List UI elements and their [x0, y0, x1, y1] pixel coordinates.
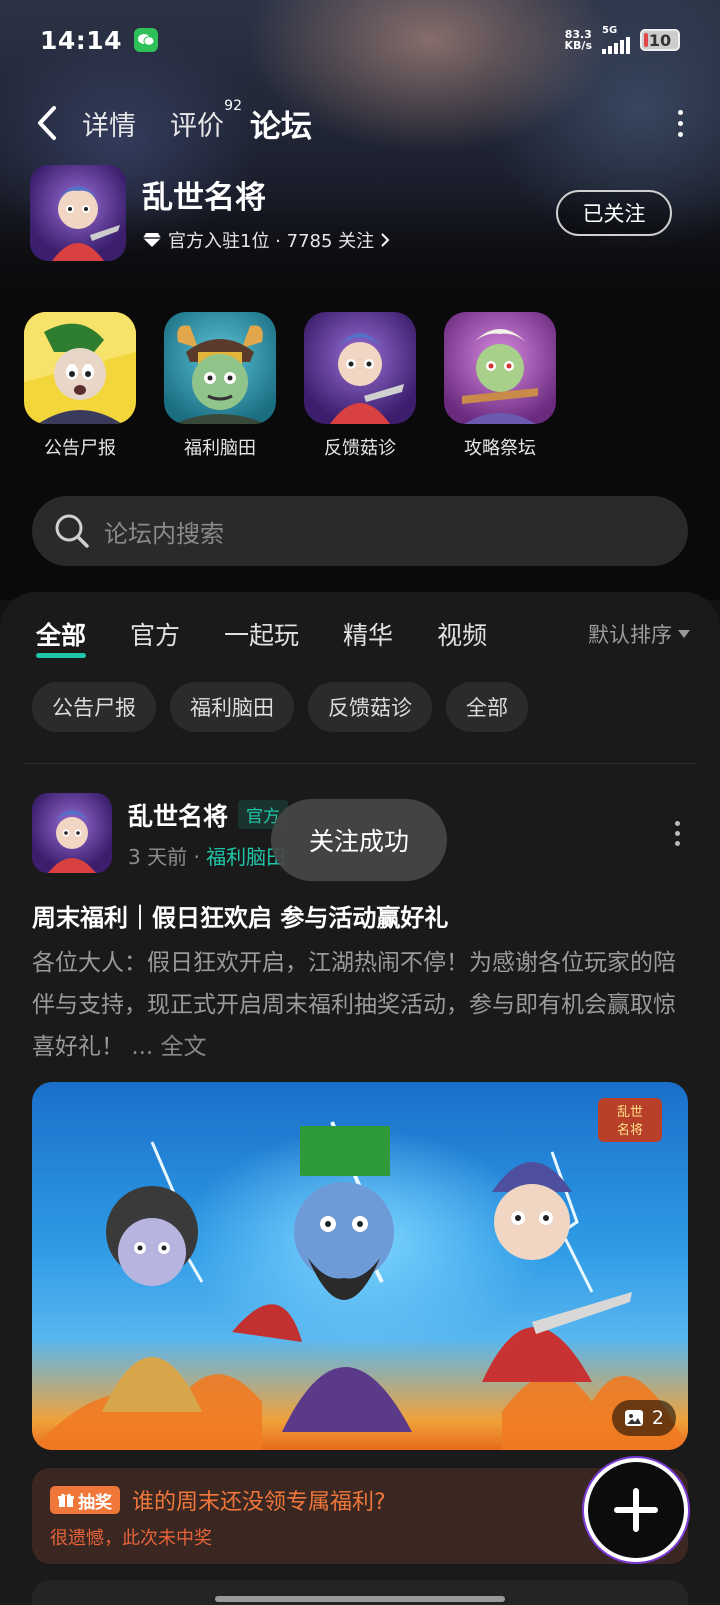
lottery-tag: 抽奖: [50, 1486, 120, 1514]
post-author-name[interactable]: 乱世名将: [128, 797, 228, 833]
top-nav: 详情 评价 92 论坛: [30, 98, 690, 146]
home-indicator[interactable]: [215, 1596, 505, 1602]
chip-welfare[interactable]: 福利脑田: [170, 682, 294, 732]
status-bar: 14:14 83.3 KB/s 5G 10: [40, 22, 680, 58]
chip-all[interactable]: 全部: [446, 682, 528, 732]
app-info-row: 乱世名将 官方入驻1位 · 7785 关注 已关注: [30, 164, 672, 261]
battery-icon: 10: [640, 29, 680, 51]
content-panel: 全部 官方 一起玩 精华 视频 默认排序 公告尸报 福利脑田 反馈菇诊 全部 乱…: [0, 592, 720, 1605]
app-name: 乱世名将: [142, 180, 266, 216]
forum-label: 反馈菇诊: [324, 438, 396, 459]
content-tab-official[interactable]: 官方: [130, 616, 180, 652]
forum-item-welfare[interactable]: 福利脑田: [164, 312, 276, 460]
forum-label: 公告尸报: [44, 438, 116, 459]
avatar[interactable]: [32, 793, 112, 873]
search-icon: [55, 514, 89, 548]
read-more-link[interactable]: ... 全文: [131, 1034, 206, 1060]
content-tab-play-together[interactable]: 一起玩: [224, 616, 299, 652]
image-icon: [624, 1410, 643, 1426]
game-logo: 乱世 名将: [598, 1098, 662, 1142]
app-icon[interactable]: [30, 164, 126, 261]
review-count-badge: 92: [224, 97, 242, 114]
filter-chips: 公告尸报 福利脑田 反馈菇诊 全部: [32, 682, 528, 732]
image-count-badge: 2: [611, 1400, 676, 1436]
search-placeholder: 论坛内搜索: [104, 519, 224, 548]
app-info: 乱世名将 官方入驻1位 · 7785 关注: [142, 172, 390, 253]
follow-button[interactable]: 已关注: [556, 189, 672, 236]
svg-text:乱世: 乱世: [617, 1105, 643, 1120]
lottery-header: 抽奖 谁的周末还没领专属福利?: [50, 1484, 386, 1516]
chevron-right-icon: [381, 233, 390, 247]
forum-item-announcements[interactable]: 公告尸报: [24, 312, 136, 460]
content-tab-featured[interactable]: 精华: [343, 616, 393, 652]
app-meta-text: 官方入驻1位 · 7785 关注: [168, 231, 375, 252]
content-tab-video[interactable]: 视频: [437, 616, 487, 652]
chevron-left-icon: [38, 106, 56, 140]
post-more-icon[interactable]: [675, 820, 680, 846]
divider: [24, 763, 696, 764]
more-options-icon[interactable]: [670, 109, 690, 137]
gift-icon: [58, 1493, 74, 1507]
net-speed: 83.3 KB/s: [565, 29, 592, 51]
cellular: 5G: [602, 26, 630, 54]
lottery-result: 很遗憾，此次未中奖: [50, 1528, 212, 1549]
author-line: 乱世名将 官方: [128, 797, 289, 833]
feedback-forum-icon: [304, 312, 416, 424]
tab-reviews[interactable]: 评价 92: [170, 98, 242, 143]
post-body[interactable]: 各位大人：假日狂欢开启，江湖热闹不停！为感谢各位玩家的陪伴与支持，现正式开启周末…: [32, 942, 680, 1068]
lottery-tag-label: 抽奖: [78, 1492, 112, 1513]
welfare-forum-icon: [164, 312, 276, 424]
forum-label: 攻略祭坛: [464, 438, 536, 459]
net-speed-unit: KB/s: [564, 39, 592, 52]
app-meta[interactable]: 官方入驻1位 · 7785 关注: [142, 227, 390, 253]
announcement-forum-icon: [24, 312, 136, 424]
caret-down-icon: [678, 630, 690, 638]
plus-icon: [614, 1488, 658, 1532]
post-body-text: 各位大人：假日狂欢开启，江湖热闹不停！为感谢各位玩家的陪伴与支持，现正式开启周末…: [32, 950, 676, 1060]
forum-label: 福利脑田: [184, 438, 256, 459]
chip-feedback[interactable]: 反馈菇诊: [308, 682, 432, 732]
diamond-icon: [143, 233, 161, 247]
tab-reviews-label: 评价: [170, 110, 224, 142]
content-tab-all[interactable]: 全部: [36, 616, 87, 658]
tab-details[interactable]: 详情: [82, 104, 136, 143]
forum-search-bar[interactable]: 论坛内搜索: [32, 496, 688, 566]
battery-level: 10: [648, 30, 672, 50]
post-meta: 3 天前 · 福利脑田: [128, 844, 287, 869]
back-button[interactable]: [30, 103, 64, 143]
svg-text:名将: 名将: [617, 1122, 643, 1138]
post-author-info: 乱世名将 官方 3 天前 · 福利脑田: [128, 797, 289, 870]
status-indicators: 83.3 KB/s 5G 10: [565, 26, 680, 54]
post-illustration: 乱世 名将: [32, 1098, 688, 1450]
forum-item-feedback[interactable]: 反馈菇诊: [304, 312, 416, 460]
image-count: 2: [651, 1407, 664, 1429]
status-time: 14:14: [40, 25, 123, 55]
guide-forum-icon: [444, 312, 556, 424]
network-type: 5G: [602, 25, 618, 36]
toast-message: 关注成功: [271, 799, 447, 881]
post-image[interactable]: 乱世 名将 2: [32, 1082, 688, 1450]
wechat-icon: [134, 28, 159, 52]
create-post-button[interactable]: [584, 1458, 688, 1562]
chip-announcements[interactable]: 公告尸报: [32, 682, 156, 732]
signal-icon: [602, 36, 630, 54]
post-time: 3 天前: [128, 844, 188, 869]
content-tabs: 全部 官方 一起玩 精华 视频 默认排序: [36, 616, 690, 658]
tab-forum[interactable]: 论坛: [248, 101, 314, 146]
lottery-title: 谁的周末还没领专属福利?: [132, 1490, 386, 1515]
sub-forum-list: 公告尸报 福利脑田 反馈菇诊 攻略祭坛: [24, 312, 556, 460]
sort-dropdown[interactable]: 默认排序: [588, 619, 690, 649]
post-title[interactable]: 周末福利｜假日狂欢启 参与活动赢好礼: [32, 898, 688, 933]
sort-label: 默认排序: [588, 623, 672, 647]
forum-item-guides[interactable]: 攻略祭坛: [444, 312, 556, 460]
